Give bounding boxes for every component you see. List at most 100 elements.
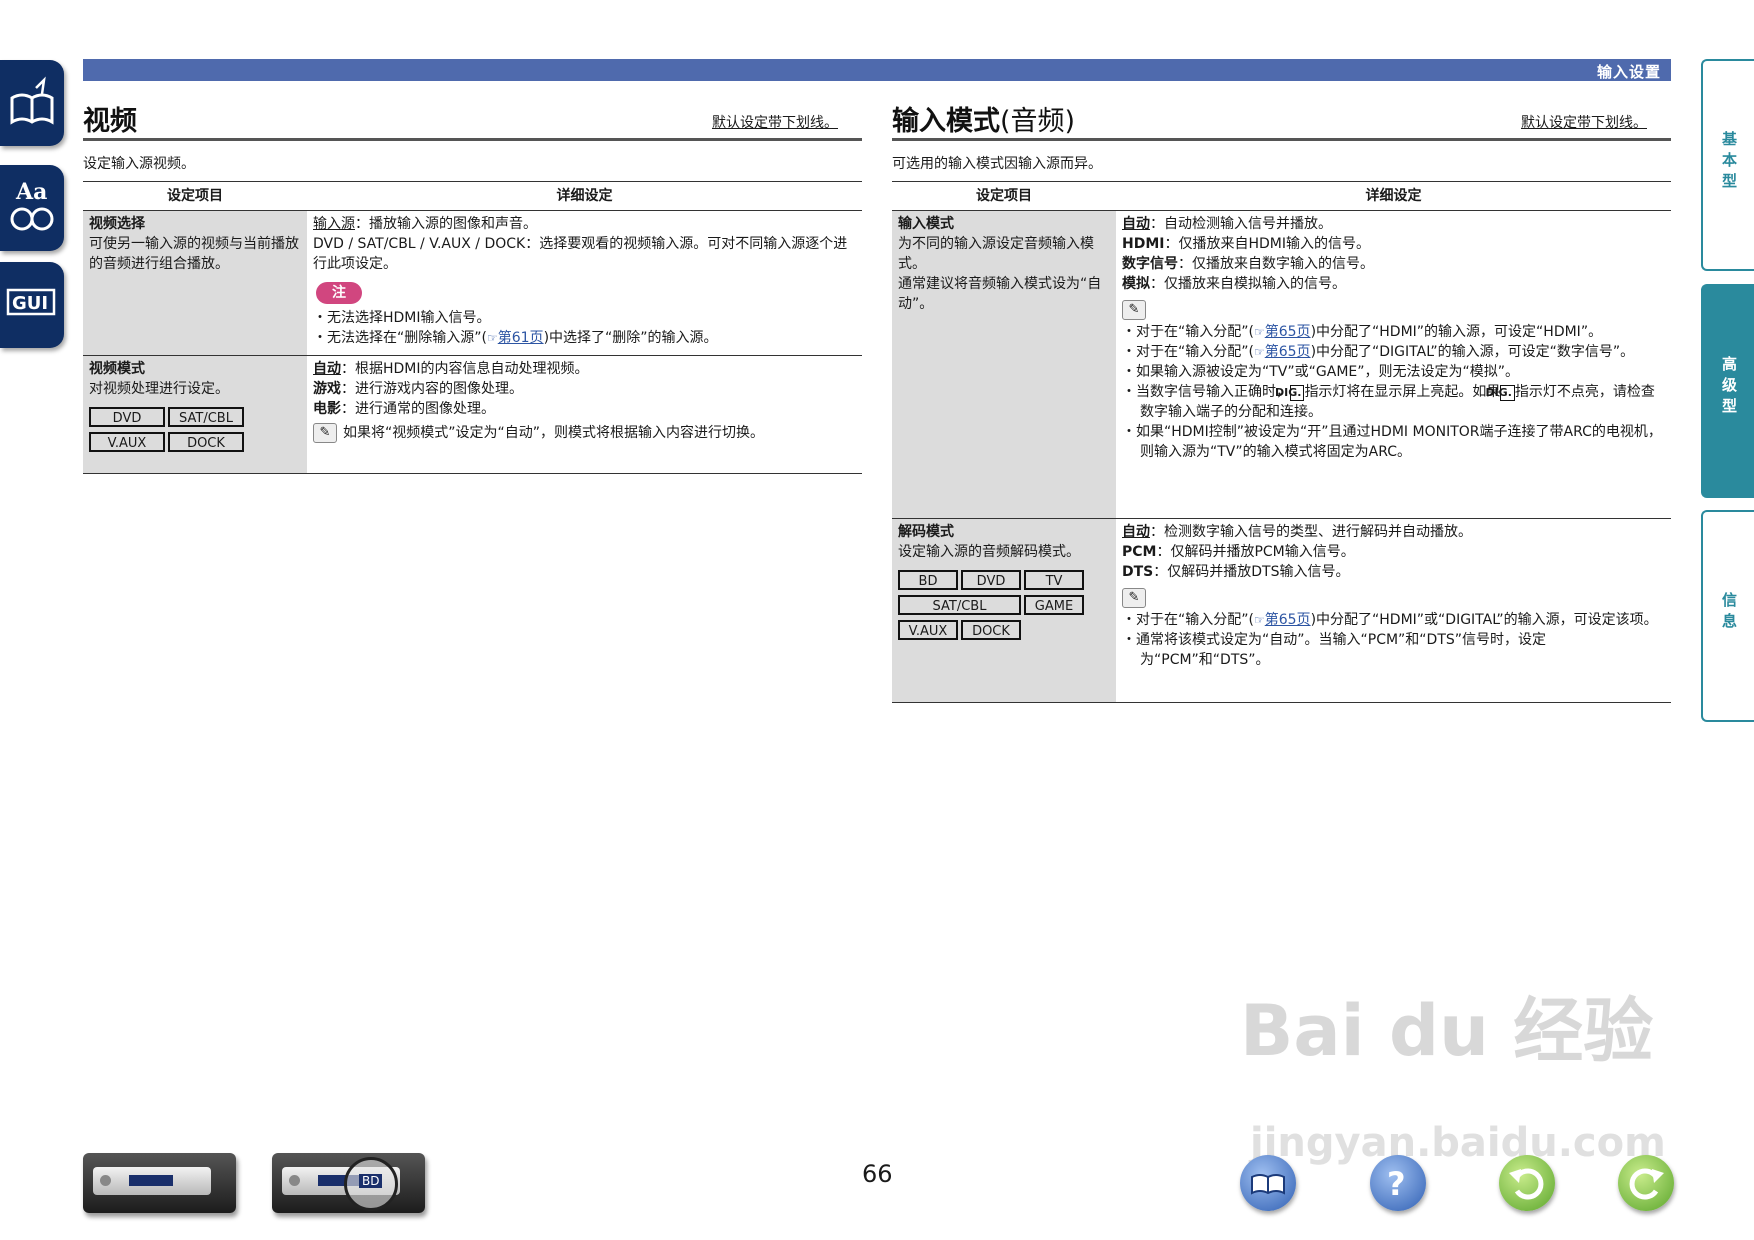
display-label: BD [359, 1174, 383, 1188]
left-title-rule [83, 138, 862, 141]
item-desc: 通常建议将音频输入模式设为“自动”。 [898, 276, 1102, 312]
tab-info-label: 信息 [1720, 592, 1738, 634]
item-desc: 为不同的输入源设定音频输入模式。 [898, 236, 1094, 272]
hand-pointer-icon: ☞ [486, 331, 498, 345]
source-box: SAT/CBL [168, 407, 244, 427]
pencil-icon: ✎ [313, 423, 337, 443]
col-header-item: 设定项目 [83, 181, 307, 211]
detail-label: DTS [1122, 564, 1154, 580]
item-desc: 设定输入源的音频解码模式。 [898, 544, 1080, 560]
question-icon: ? [1387, 1165, 1406, 1203]
note-item: ・通常将该模式设定为“自动”。当输入“PCM”和“DTS”信号时，设定为“PCM… [1122, 632, 1547, 668]
hand-pointer-icon: ☞ [1253, 613, 1265, 627]
source-grid: DVD SAT/CBL V.AUX DOCK [89, 407, 301, 457]
left-default-note: 默认设定带下划线。 [712, 115, 838, 131]
font-icon[interactable]: Aa [0, 165, 64, 251]
watermark-url: jingyan.baidu.com [1250, 1120, 1666, 1166]
hand-pointer-icon: ☞ [1253, 325, 1265, 339]
source-box: DOCK [961, 620, 1021, 640]
note-item: ・如果输入源被设定为“TV”或“GAME”，则无法设定为“模拟”。 [1122, 364, 1519, 380]
dig-indicator-icon: DIG. [1485, 385, 1515, 401]
detail-text: ：播放输入源的图像和声音。 [355, 216, 537, 232]
detail-label: HDMI [1122, 236, 1165, 252]
video-settings-table: 设定项目 详细设定 视频选择 可使另一输入源的视频与当前播放的音频进行组合播放。… [83, 181, 862, 474]
item-title: 视频选择 [89, 216, 145, 232]
detail-label: 游戏 [313, 381, 341, 397]
source-box: DVD [961, 570, 1021, 590]
header-title: 输入设置 [1596, 63, 1661, 81]
table-row: 视频选择 可使另一输入源的视频与当前播放的音频进行组合播放。 输入源：播放输入源… [83, 210, 862, 356]
item-title: 解码模式 [898, 524, 954, 540]
default-value: 自动 [1122, 524, 1150, 540]
detail-label: DVD / SAT/CBL / V.AUX / DOCK [313, 236, 526, 252]
receiver-display-button[interactable]: BD [272, 1153, 425, 1213]
source-box: BD [898, 570, 958, 590]
note-item: ・当数字信号输入正确时，DIG. 指示灯将在显示屏上亮起。如果DIG. 指示灯不点亮… [1122, 384, 1655, 420]
page-number: 66 [862, 1160, 893, 1188]
page-link[interactable]: 第61页 [498, 330, 544, 346]
note-item: ・如果“HDMI控制”被设定为“开”且通过HDMI MONITOR端子连接了带A… [1122, 424, 1662, 460]
detail-label: 电影 [313, 401, 341, 417]
magnifier-icon: BD [344, 1157, 398, 1211]
source-box: SAT/CBL [898, 595, 1021, 615]
right-section-title: 输入模式(音频) [892, 106, 1076, 137]
watermark: Bai du 经验 [1240, 990, 1654, 1072]
pencil-icon: ✎ [1122, 588, 1146, 608]
redo-arrow-icon [1629, 1168, 1664, 1200]
table-row: 输入模式 为不同的输入源设定音频输入模式。 通常建议将音频输入模式设为“自动”。… [892, 210, 1671, 519]
input-mode-table: 设定项目 详细设定 输入模式 为不同的输入源设定音频输入模式。 通常建议将音频输… [892, 181, 1671, 703]
source-grid: BD DVD TV SAT/CBL GAME V.AUX DOCK [898, 570, 1110, 645]
note-item: ・对于在“输入分配”(☞第65页)中分配了“HDMI”的输入源，可设定“HDMI… [1122, 324, 1603, 340]
note-badge: 注 [316, 282, 362, 304]
tab-advanced-label: 高级型 [1720, 356, 1738, 419]
receiver-front-panel-button[interactable] [83, 1153, 236, 1213]
source-box: V.AUX [898, 620, 958, 640]
source-box: GAME [1024, 595, 1084, 615]
note-item: ・对于在“输入分配”(☞第65页)中分配了“DIGITAL”的输入源，可设定“数… [1122, 344, 1635, 360]
tab-basic-label: 基本型 [1720, 131, 1738, 194]
book-icon[interactable] [0, 60, 64, 146]
contents-button[interactable] [1240, 1155, 1296, 1211]
right-default-note: 默认设定带下划线。 [1521, 115, 1647, 131]
source-box: TV [1024, 570, 1084, 590]
item-title: 输入模式 [898, 216, 954, 232]
font-icon-label: Aa [15, 179, 47, 205]
page-link[interactable]: 第65页 [1265, 344, 1311, 360]
right-intro: 可选用的输入模式因输入源而异。 [892, 156, 1102, 172]
table-row: 视频模式 对视频处理进行设定。 DVD SAT/CBL V.AUX DOCK 自动：… [83, 355, 862, 474]
col-header-detail: 详细设定 [307, 181, 862, 211]
dig-indicator-icon: DIG. [1275, 385, 1305, 401]
tab-info[interactable]: 信息 [1701, 510, 1754, 722]
detail-label: PCM [1122, 544, 1157, 560]
page-link[interactable]: 第65页 [1265, 324, 1311, 340]
tab-basic[interactable]: 基本型 [1701, 59, 1754, 271]
col-header-detail: 详细设定 [1116, 181, 1671, 211]
item-desc: 对视频处理进行设定。 [89, 381, 229, 397]
default-value: 自动 [1122, 216, 1150, 232]
source-box: DVD [89, 407, 165, 427]
col-header-item: 设定项目 [892, 181, 1116, 211]
back-button[interactable] [1499, 1155, 1555, 1211]
default-value: 输入源 [313, 216, 355, 232]
note-item: ・无法选择在“删除输入源”(☞第61页)中选择了“删除”的输入源。 [313, 330, 718, 346]
source-box: V.AUX [89, 432, 165, 452]
page-link[interactable]: 第65页 [1265, 612, 1311, 628]
hand-pointer-icon: ☞ [1253, 345, 1265, 359]
left-intro: 设定输入源视频。 [83, 156, 195, 172]
pencil-icon: ✎ [1122, 300, 1146, 320]
book-icon [1251, 1174, 1285, 1195]
item-desc: 可使另一输入源的视频与当前播放的音频进行组合播放。 [89, 236, 299, 272]
item-title: 视频模式 [89, 361, 145, 377]
tab-advanced[interactable]: 高级型 [1701, 284, 1754, 498]
svg-text:?: ? [1387, 1165, 1406, 1203]
right-title-rule [892, 138, 1671, 141]
left-section-title: 视频 [83, 106, 137, 137]
gui-icon[interactable]: GUI [0, 262, 64, 348]
header-bar: 输入设置 [83, 59, 1671, 81]
detail-label: 数字信号 [1122, 256, 1178, 272]
help-button[interactable]: ? [1370, 1155, 1426, 1211]
undo-arrow-icon [1509, 1168, 1544, 1200]
default-value: 自动 [313, 361, 341, 377]
forward-button[interactable] [1618, 1155, 1674, 1211]
detail-label: 模拟 [1122, 276, 1150, 292]
